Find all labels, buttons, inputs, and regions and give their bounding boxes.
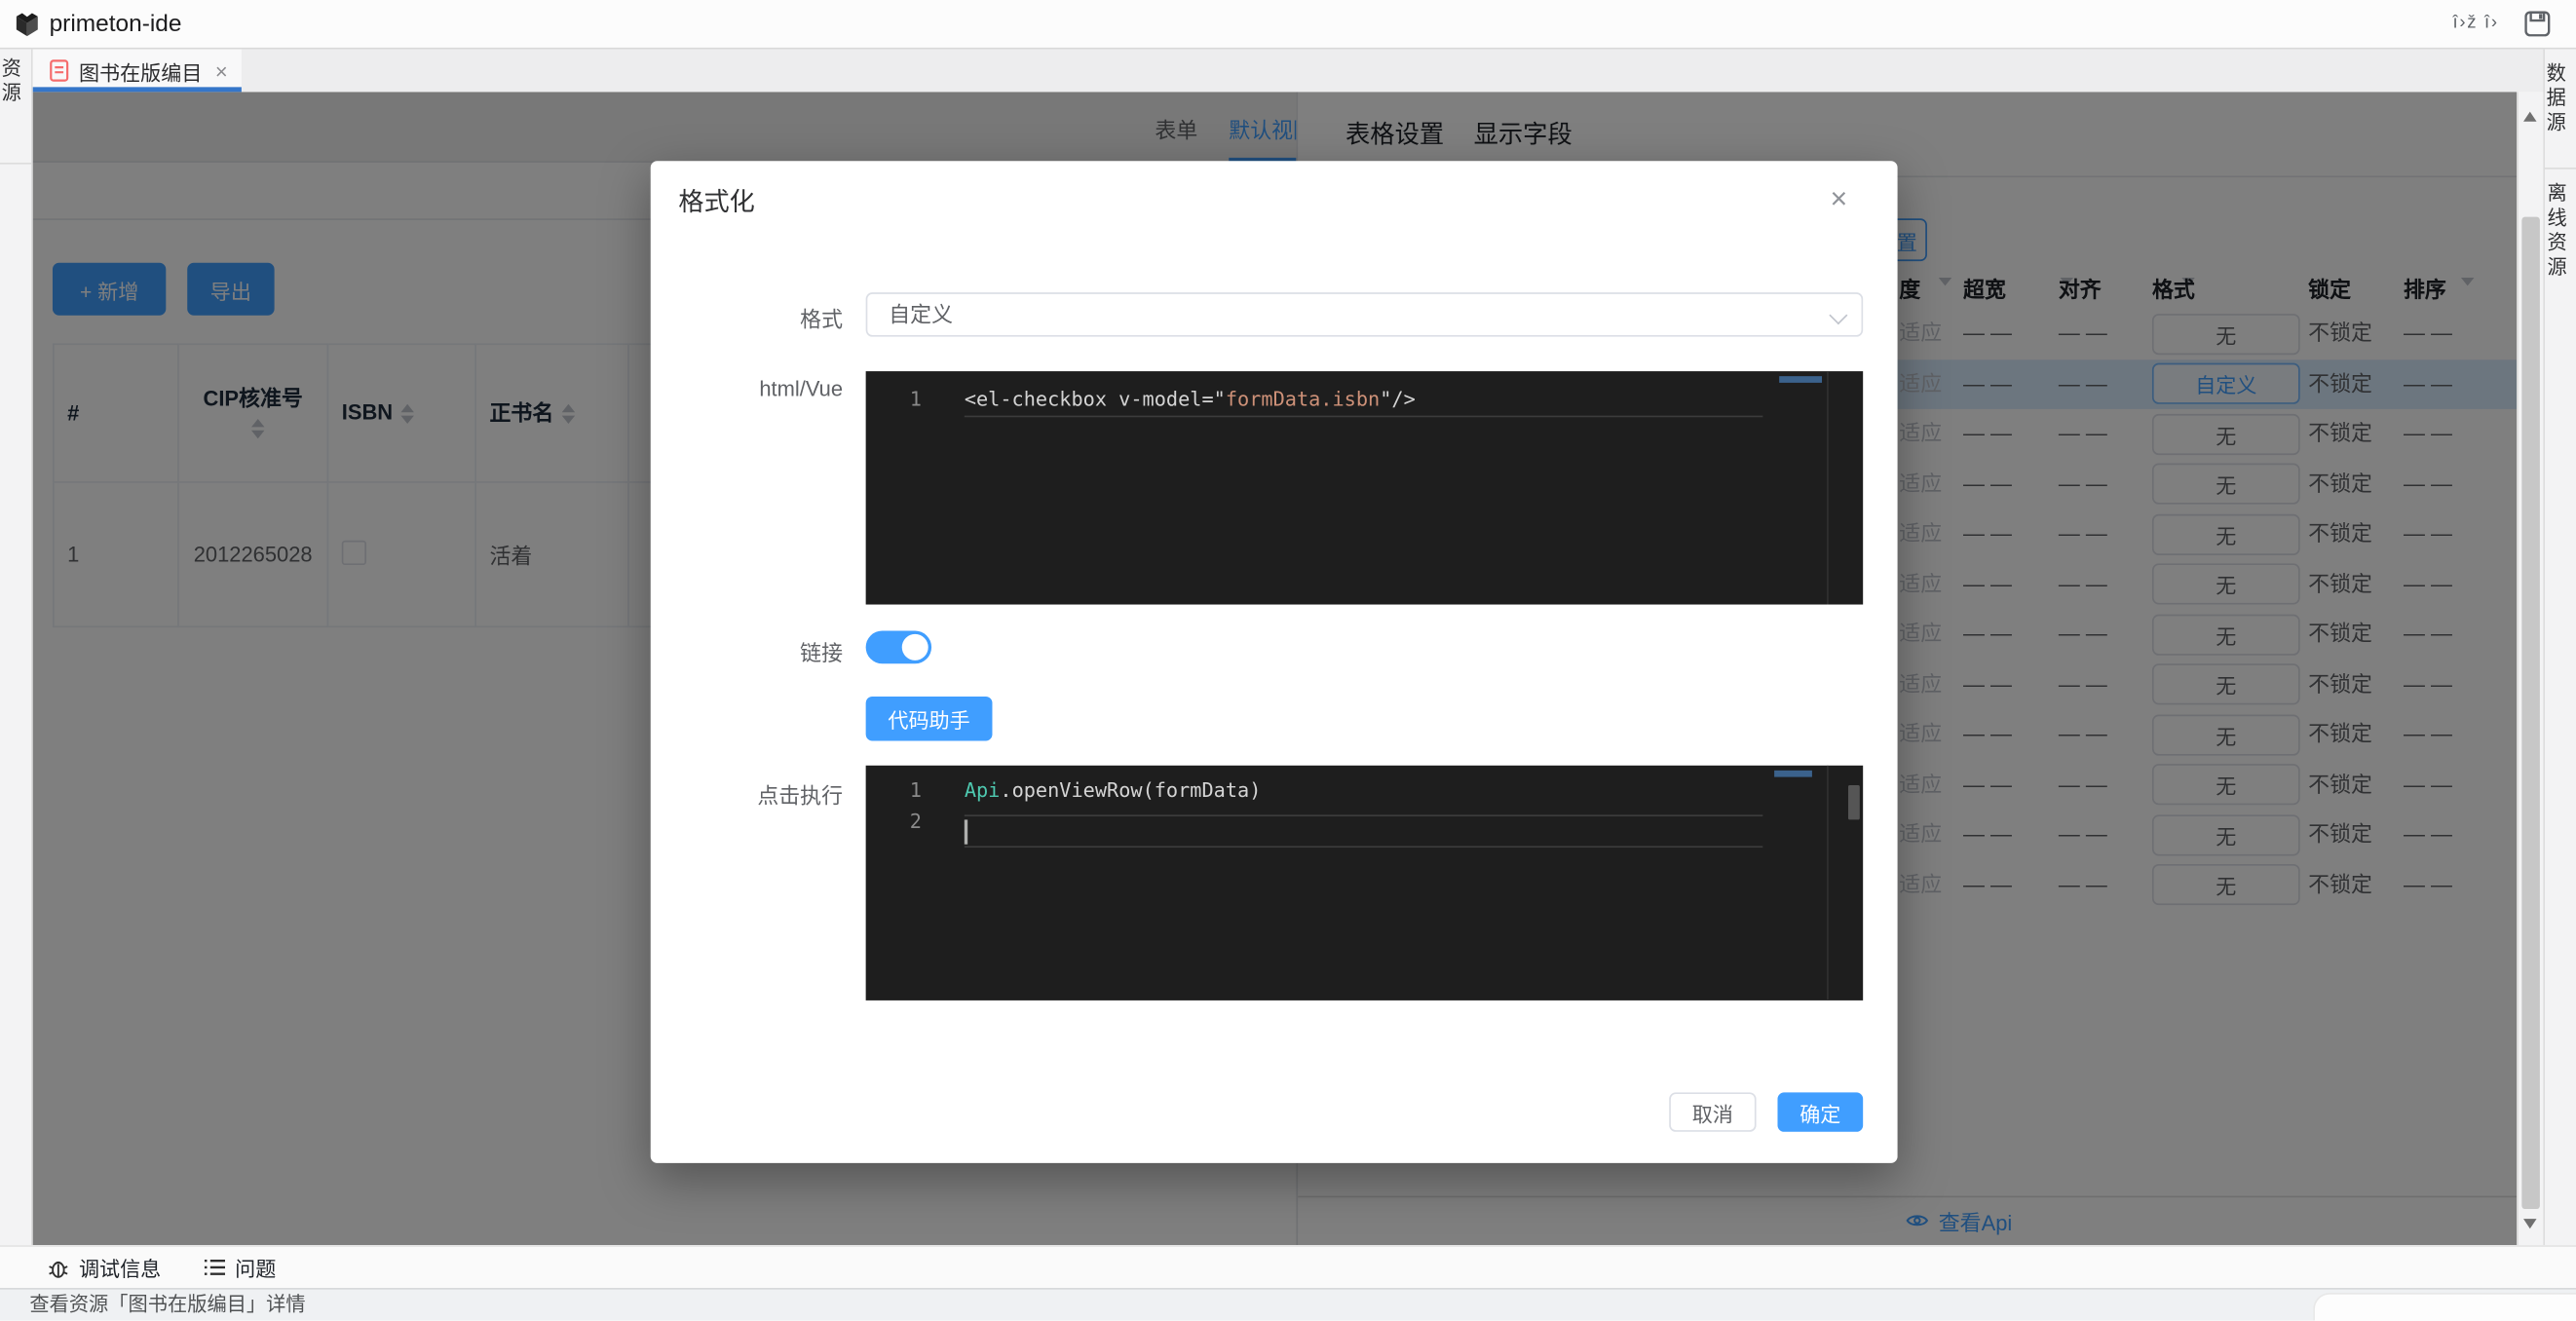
dialog-title: 格式化 [678, 182, 754, 218]
format-dialog: 格式化 × 格式 自定义 html/Vue 1 <el-checkbox v-m… [651, 161, 1898, 1163]
tab-book-catalog[interactable]: 图书在版编目 × [33, 50, 242, 93]
ok-button[interactable]: 确定 [1777, 1092, 1863, 1131]
click-execute-label: 点击执行 [651, 778, 843, 810]
minimap-divider [1827, 371, 1829, 604]
dialog-close-icon[interactable]: × [1830, 182, 1847, 216]
click-execute-code-editor[interactable]: 1 2 Api.openViewRow(formData) [866, 766, 1864, 1000]
title-bar: primeton-ide î›ž î› [0, 0, 2576, 50]
debug-info-item[interactable]: 调试信息 [48, 1252, 204, 1283]
scroll-up-arrow-icon[interactable] [2523, 105, 2536, 122]
html-vue-label: html/Vue [651, 376, 843, 400]
corner-panel [2313, 1293, 2576, 1321]
code-line: Api.openViewRow(formData) [965, 775, 1262, 807]
editor-tab-bar: 图书在版编目 × [33, 50, 2544, 93]
tab-title: 图书在版编目 [79, 55, 202, 86]
vertical-scrollbar[interactable] [2517, 92, 2543, 1245]
format-label: 格式 [651, 302, 843, 333]
minimap-code-mark [1779, 376, 1822, 383]
scroll-down-arrow-icon[interactable] [2523, 1219, 2536, 1235]
scrollbar-thumb[interactable] [2521, 217, 2540, 1209]
debug-bar: 调试信息 问题 [0, 1245, 2576, 1288]
list-icon [204, 1259, 225, 1277]
minimap-divider [1827, 766, 1829, 1000]
document-icon [50, 59, 69, 83]
sidebar-item-offline-resources[interactable]: 离线资源 [2550, 182, 2573, 281]
problems-item[interactable]: 问题 [204, 1252, 319, 1283]
titlebar-glyph-icons[interactable]: î›ž î› [2453, 13, 2499, 32]
line-number: 1 [866, 383, 952, 416]
sidebar-item-resources[interactable]: 资源 [4, 57, 27, 107]
editor-scrollbar-thumb[interactable] [1848, 785, 1860, 819]
app-title: primeton-ide [50, 11, 182, 37]
cancel-button[interactable]: 取消 [1669, 1092, 1756, 1131]
save-icon[interactable] [2523, 10, 2552, 43]
current-line-border [965, 416, 1763, 418]
current-line-border [965, 814, 1763, 816]
bug-icon [48, 1256, 69, 1279]
html-vue-code-editor[interactable]: 1 <el-checkbox v-model="formData.isbn"/> [866, 371, 1864, 604]
format-select-value: 自定义 [889, 294, 1861, 335]
sidebar-item-datasource[interactable]: 数据源 [2549, 62, 2572, 136]
left-rail: 资源 [0, 50, 33, 1246]
line-number: 2 [866, 807, 952, 838]
right-rail-divider [2545, 168, 2576, 170]
status-text: 查看资源「图书在版编目」详情 [29, 1290, 2576, 1319]
right-rail: 数据源 离线资源 [2543, 50, 2576, 1246]
code-assistant-button[interactable]: 代码助手 [866, 697, 993, 741]
link-label: 链接 [651, 636, 843, 667]
line-number: 1 [866, 775, 952, 807]
left-rail-divider [0, 163, 33, 165]
status-bar: 查看资源「图书在版编目」详情 [0, 1288, 2576, 1321]
current-line-border [965, 846, 1763, 848]
link-toggle[interactable] [866, 631, 931, 664]
tab-close-icon[interactable]: × [215, 58, 228, 83]
minimap-code-mark [1774, 771, 1812, 777]
code-line: <el-checkbox v-model="formData.isbn"/> [965, 383, 1416, 416]
text-cursor [965, 819, 967, 844]
format-select[interactable]: 自定义 [866, 292, 1864, 337]
toggle-knob [902, 634, 928, 660]
app-logo-icon [13, 12, 41, 45]
